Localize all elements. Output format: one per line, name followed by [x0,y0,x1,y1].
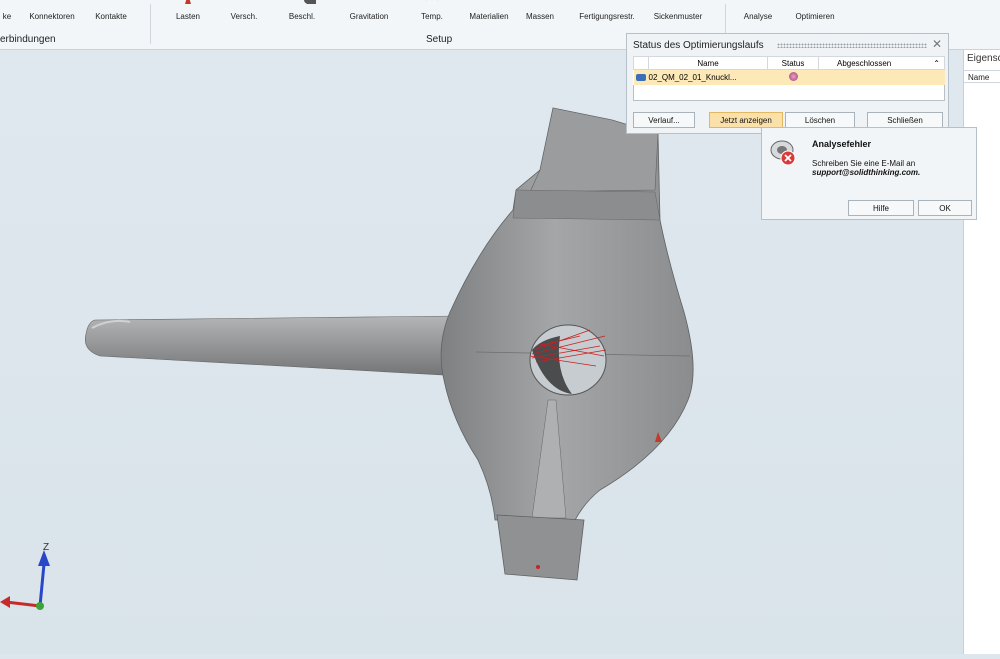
table-row[interactable]: 02_QM_02_01_Knuckl... [633,69,945,85]
ribbon-label: Lasten [175,12,201,21]
optimization-status-dialog: Status des Optimierungslaufs ✕ Name Stat… [626,33,949,134]
ribbon-item-analysis[interactable]: Analyse [738,0,778,22]
ribbon-label: Fertigungsrestr. [579,12,635,21]
ribbon-separator [150,4,151,44]
ribbon-item-connectors[interactable]: Konnektoren [22,0,82,22]
ribbon-label: Gravitation [349,12,389,21]
z-axis-label: Z [43,542,50,553]
col-status[interactable]: Status [767,56,819,70]
help-button[interactable]: Hilfe [848,200,914,216]
ribbon-item-temperature[interactable]: Temp. [412,0,452,22]
error-status-icon [788,72,798,81]
ribbon-item-acceleration[interactable]: Beschl. [282,0,322,22]
ribbon-item-materials[interactable]: Materialien [464,0,514,22]
ribbon-item-masses[interactable]: Massen [522,0,558,22]
temperature-icon [426,0,438,1]
analysis-icon [751,0,765,4]
group-label-connections: erbindungen [0,34,56,45]
ribbon-label: Massen [525,12,554,21]
support-email[interactable]: support@solidthinking.com. [812,168,920,177]
properties-title: Eigensc [967,53,1000,64]
ribbon-label: Sickenmuster [653,12,703,21]
group-label-setup: Setup [426,34,453,45]
ribbon-item-optimize[interactable]: Optimieren [790,0,840,22]
ribbon-label: Beschl. [288,12,316,21]
ribbon-label: Analyse [743,12,773,21]
ribbon-item-loads[interactable]: Lasten [168,0,208,22]
ribbon-item-connections[interactable]: ke [0,0,14,22]
run-name-cell: 02_QM_02_01_Knuckl... [633,69,768,85]
ribbon-item-manufacturing-constraints[interactable]: Fertigungsrestr. [576,0,638,22]
run-table: Name Status Abgeschlossen ⌃ 02_QM_02_01_K… [633,56,945,85]
ribbon-label: Kontakte [95,12,127,21]
properties-column-name[interactable]: Name [964,70,1000,83]
col-completed-label: Abgeschlossen [837,58,892,68]
ribbon-item-displacements[interactable]: Versch. [224,0,264,22]
ribbon-label: Materialien [469,12,509,21]
ok-button[interactable]: OK [918,200,972,216]
ribbon-label: Temp. [421,12,443,21]
ribbon-item-bead-pattern[interactable]: Sickenmuster [648,0,708,22]
acceleration-icon [304,0,316,4]
show-now-button[interactable]: Jetzt anzeigen [709,112,783,128]
error-message: Schreiben Sie eine E-Mail an support@sol… [812,159,920,177]
history-button[interactable]: Verlauf... [633,112,695,128]
run-status-cell [767,69,819,85]
col-icon [633,56,649,70]
run-completed-cell [818,69,945,85]
error-icon [770,140,796,166]
model-icon [635,74,646,81]
col-name[interactable]: Name [648,56,768,70]
close-icon[interactable]: ✕ [932,37,942,51]
error-title: Analysefehler [812,139,872,149]
ribbon-item-gravity[interactable]: Gravitation [344,0,394,22]
sort-up-icon: ⌃ [933,58,940,68]
ribbon-label: Konnektoren [29,12,75,21]
dialog-grip[interactable] [777,43,927,48]
delete-button[interactable]: Löschen [785,112,855,128]
status-dialog-title: Status des Optimierungslaufs [633,40,764,51]
error-message-text: Schreiben Sie eine E-Mail an [812,159,916,168]
ribbon-label: ke [2,12,12,21]
close-button[interactable]: Schließen [867,112,943,128]
analysis-error-dialog: Analysefehler Schreiben Sie eine E-Mail … [761,127,977,220]
ribbon-item-contacts[interactable]: Kontakte [88,0,134,22]
axis-triad [0,550,50,610]
ribbon-label: Optimieren [795,12,835,21]
col-completed[interactable]: Abgeschlossen ⌃ [818,56,945,70]
run-name: 02_QM_02_01_Knuckl... [648,73,737,82]
optimize-icon [808,0,822,4]
ribbon-label: Versch. [230,12,258,21]
load-cone-icon [185,0,191,4]
